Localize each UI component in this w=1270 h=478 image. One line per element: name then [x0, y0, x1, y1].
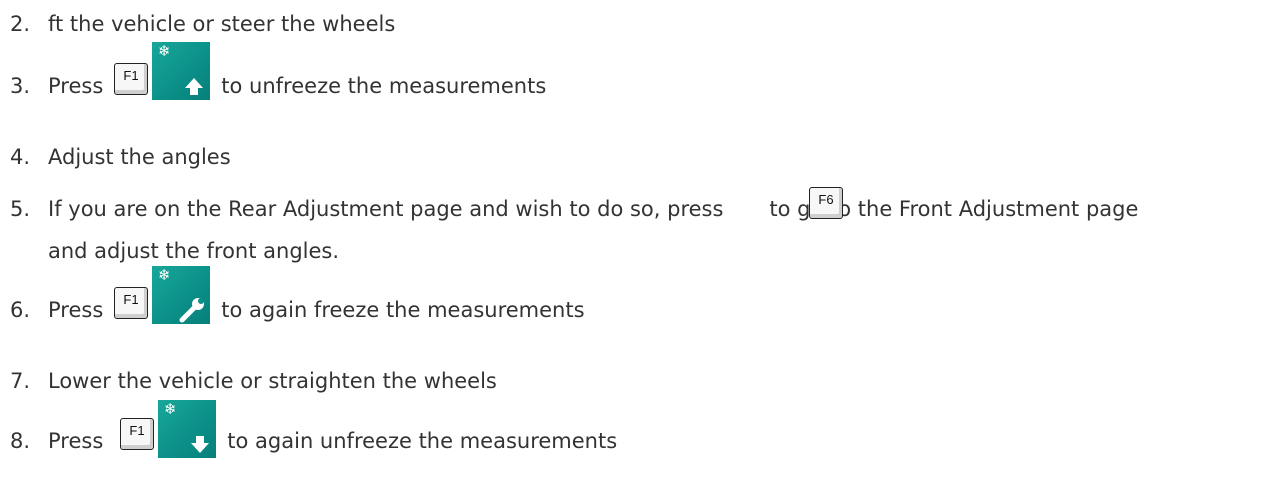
step-text-pre: If you are on the Rear Adjustment page a… [48, 197, 724, 221]
step-number: 2. [10, 12, 31, 36]
step-8: 8. Press to again unfreeze the measureme… [10, 421, 617, 461]
step-5: 5. If you are on the Rear Adjustment pag… [10, 189, 1138, 229]
step-text-pre: Press [48, 429, 104, 453]
step-3: 3. Press to unfreeze the measurements [10, 66, 546, 106]
snowflake-up-arrow-icon: ❄ [152, 42, 210, 100]
step-text-cont: and adjust the front angles. [48, 239, 340, 263]
step-text-post: to again freeze the measurements [221, 298, 585, 322]
step-number: 6. [10, 298, 31, 322]
f1-key-icon: F1 [114, 63, 148, 95]
f1-key-icon: F1 [120, 418, 154, 450]
step-text-post: to unfreeze the measurements [221, 74, 547, 98]
step-4: 4. Adjust the angles [10, 137, 231, 177]
step-6: 6. Press to again freeze the measurement… [10, 290, 585, 330]
step-5-continuation: and adjust the front angles. [48, 231, 339, 271]
step-text-pre: Press [48, 74, 104, 98]
step-number: 7. [10, 369, 31, 393]
step-2: 2. ft the vehicle or steer the wheels [10, 4, 395, 44]
step-text: Lower the vehicle or straighten the whee… [48, 369, 497, 393]
snowflake-down-arrow-icon: ❄ [158, 400, 216, 458]
step-text-pre: Press [48, 298, 104, 322]
step-number: 5. [10, 197, 31, 221]
step-text: ft the vehicle or steer the wheels [48, 12, 396, 36]
step-number: 8. [10, 429, 31, 453]
f1-key-icon: F1 [114, 287, 148, 319]
step-number: 4. [10, 145, 31, 169]
f6-key-icon: F6 [809, 187, 843, 219]
snowflake-wrench-icon: ❄ [152, 266, 210, 324]
step-7: 7. Lower the vehicle or straighten the w… [10, 361, 497, 401]
step-number: 3. [10, 74, 31, 98]
step-text: Adjust the angles [48, 145, 231, 169]
step-text-post: to again unfreeze the measurements [227, 429, 618, 453]
